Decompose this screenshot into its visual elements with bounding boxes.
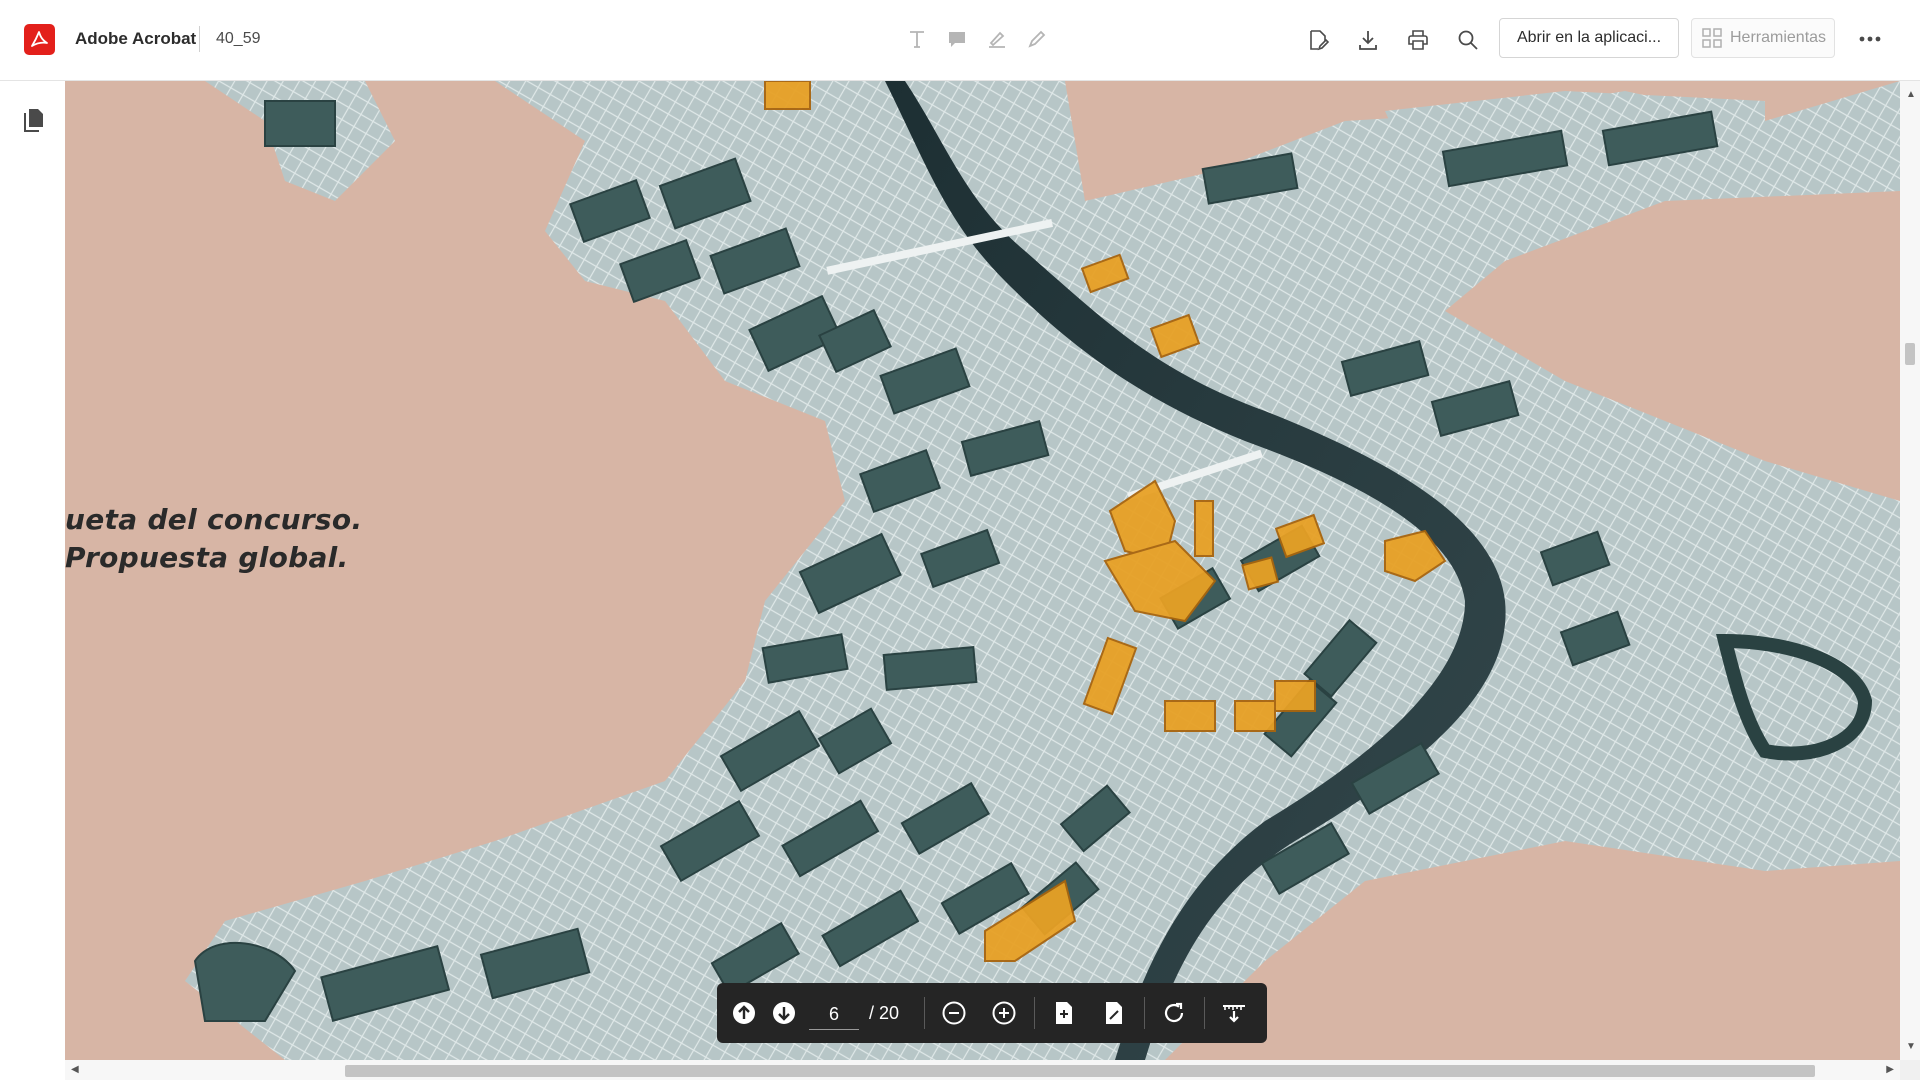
- text-tool-icon[interactable]: [902, 24, 932, 54]
- page-thumbnails-icon[interactable]: [23, 107, 45, 133]
- toolbar-divider: [924, 997, 925, 1029]
- fit-width-icon[interactable]: [1099, 998, 1129, 1028]
- search-icon[interactable]: [1451, 24, 1485, 56]
- total-pages-label: / 20: [869, 1003, 900, 1023]
- zoom-in-icon[interactable]: [989, 998, 1019, 1028]
- adobe-acrobat-logo-icon[interactable]: [24, 24, 55, 55]
- horizontal-scroll-thumb[interactable]: [345, 1065, 1815, 1077]
- toolbar-divider: [1204, 997, 1205, 1029]
- fit-page-icon[interactable]: [1049, 998, 1079, 1028]
- vertical-scrollbar[interactable]: ▲ ▼: [1900, 81, 1920, 1060]
- highlight-icon[interactable]: [982, 24, 1012, 54]
- document-viewport[interactable]: ueta del concurso. Propuesta global.: [65, 81, 1900, 1060]
- open-in-app-button[interactable]: Abrir en la aplicaci...: [1499, 18, 1679, 58]
- scroll-mode-icon[interactable]: [1219, 998, 1249, 1028]
- scroll-up-arrow-icon[interactable]: ▲: [1906, 89, 1916, 100]
- top-bar: Adobe Acrobat 40_59 Abrir en la aplicaci…: [0, 0, 1920, 81]
- more-options-icon[interactable]: [1855, 24, 1885, 54]
- vertical-scroll-thumb[interactable]: [1905, 343, 1915, 365]
- comment-icon[interactable]: [942, 24, 972, 54]
- left-rail: [0, 81, 65, 1080]
- horizontal-scrollbar[interactable]: ◀ ▶: [65, 1060, 1900, 1080]
- pencil-icon[interactable]: [1022, 24, 1052, 54]
- scroll-right-arrow-icon[interactable]: ▶: [1886, 1064, 1894, 1075]
- caption-line-2: Propuesta global.: [65, 541, 349, 574]
- edit-pdf-icon[interactable]: [1301, 24, 1335, 56]
- page-caption: ueta del concurso. Propuesta global.: [65, 501, 362, 577]
- toolbar-divider: [1034, 997, 1035, 1029]
- tools-button[interactable]: Herramientas: [1691, 18, 1835, 58]
- toolbar-divider: [1144, 997, 1145, 1029]
- scroll-left-arrow-icon[interactable]: ◀: [71, 1064, 79, 1075]
- zoom-out-icon[interactable]: [939, 998, 969, 1028]
- caption-line-1: ueta del concurso.: [65, 503, 363, 536]
- scroll-down-arrow-icon[interactable]: ▼: [1906, 1041, 1916, 1052]
- title-divider: [199, 26, 200, 52]
- print-icon[interactable]: [1401, 24, 1435, 56]
- page-navigation-toolbar: / 20: [717, 983, 1267, 1043]
- next-page-icon[interactable]: [769, 998, 799, 1028]
- tools-label: Herramientas: [1730, 29, 1827, 46]
- document-name[interactable]: 40_59: [216, 30, 261, 48]
- download-icon[interactable]: [1351, 24, 1385, 56]
- rotate-icon[interactable]: [1159, 998, 1189, 1028]
- grid-icon: [1702, 28, 1722, 48]
- previous-page-icon[interactable]: [729, 998, 759, 1028]
- app-name: Adobe Acrobat: [75, 29, 197, 48]
- current-page-input[interactable]: [809, 999, 859, 1030]
